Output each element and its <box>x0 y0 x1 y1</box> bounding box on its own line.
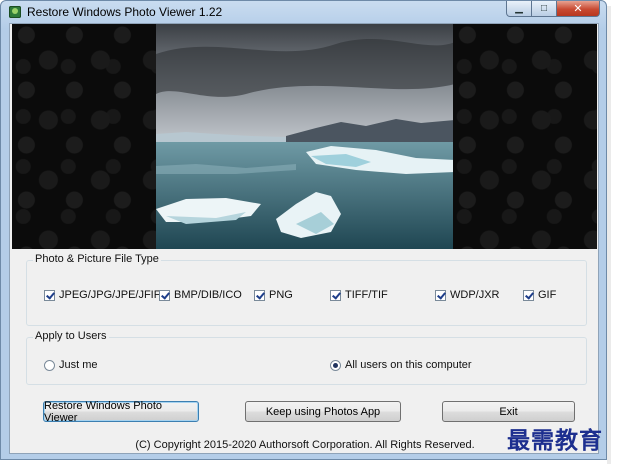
keep-photos-app-button[interactable]: Keep using Photos App <box>245 401 401 422</box>
watermark-text: 最需教育 <box>507 427 603 454</box>
file-type-group-title: Photo & Picture File Type <box>33 253 161 265</box>
client-area: Photo & Picture File Type JPEG/JPG/JPE/J… <box>9 23 599 454</box>
checkbox-wdp-box[interactable] <box>435 289 446 301</box>
apply-users-group: Apply to Users Just me All users on this… <box>26 330 587 385</box>
checkbox-tiff-box[interactable] <box>330 289 341 301</box>
checkbox-bmp-label: BMP/DIB/ICO <box>174 289 242 301</box>
window-shadow <box>607 6 611 464</box>
exit-button[interactable]: Exit <box>442 401 575 422</box>
preview-pattern-right <box>453 24 597 249</box>
minimize-icon: ▁ <box>515 3 523 14</box>
checkbox-jpeg[interactable]: JPEG/JPG/JPE/JFIF <box>44 289 160 301</box>
checkbox-wdp[interactable]: WDP/JXR <box>435 289 500 301</box>
checkbox-wdp-label: WDP/JXR <box>450 289 500 301</box>
checkbox-tiff[interactable]: TIFF/TIF <box>330 289 388 301</box>
checkbox-gif-label: GIF <box>538 289 557 301</box>
preview-photo <box>156 24 455 249</box>
photo-preview <box>12 24 597 249</box>
app-icon <box>9 6 21 18</box>
apply-users-group-title: Apply to Users <box>33 330 109 342</box>
checkbox-png[interactable]: PNG <box>254 289 293 301</box>
radio-all-users[interactable]: All users on this computer <box>330 359 472 371</box>
radio-just-me-circle[interactable] <box>44 359 55 371</box>
close-icon: ✕ <box>573 3 583 15</box>
file-type-group: Photo & Picture File Type JPEG/JPG/JPE/J… <box>26 253 587 326</box>
radio-all-users-label: All users on this computer <box>345 359 472 371</box>
minimize-button[interactable]: ▁ <box>506 1 532 17</box>
caption-buttons: ▁ □ ✕ <box>506 1 600 17</box>
checkbox-png-label: PNG <box>269 289 293 301</box>
title-bar[interactable]: Restore Windows Photo Viewer 1.22 ▁ □ ✕ <box>1 1 606 23</box>
restore-photo-viewer-button[interactable]: Restore Windows Photo Viewer <box>43 400 199 424</box>
checkbox-tiff-label: TIFF/TIF <box>345 289 388 301</box>
checkbox-jpeg-label: JPEG/JPG/JPE/JFIF <box>59 289 161 301</box>
maximize-button[interactable]: □ <box>532 1 557 17</box>
maximize-icon: □ <box>540 3 548 14</box>
radio-just-me[interactable]: Just me <box>44 359 98 371</box>
preview-pattern-left <box>12 24 157 249</box>
window-title: Restore Windows Photo Viewer 1.22 <box>27 5 223 19</box>
checkbox-jpeg-box[interactable] <box>44 289 55 301</box>
checkbox-png-box[interactable] <box>254 289 265 301</box>
radio-just-me-label: Just me <box>59 359 98 371</box>
app-window: Restore Windows Photo Viewer 1.22 ▁ □ ✕ <box>0 0 607 460</box>
radio-all-users-circle[interactable] <box>330 359 341 371</box>
checkbox-gif[interactable]: GIF <box>523 289 556 301</box>
checkbox-bmp[interactable]: BMP/DIB/ICO <box>159 289 242 301</box>
checkbox-gif-box[interactable] <box>523 289 534 301</box>
checkbox-bmp-box[interactable] <box>159 289 170 301</box>
close-button[interactable]: ✕ <box>557 1 600 17</box>
